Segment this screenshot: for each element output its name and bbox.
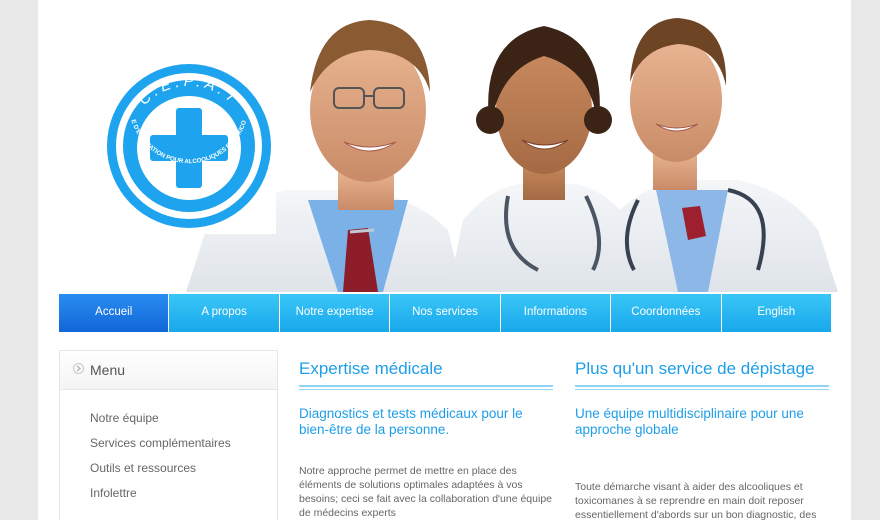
sidebar-item-outils-et-ressources[interactable]: Outils et ressources — [90, 461, 231, 486]
chevron-right-icon — [73, 363, 84, 374]
heading-divider — [575, 385, 829, 390]
nav-item-accueil[interactable]: Accueil — [59, 294, 170, 332]
sidebar-item-infolettre[interactable]: Infolettre — [90, 486, 231, 511]
content-column-expertise: Expertise médicale Diagnostics et tests … — [299, 358, 553, 519]
nav-item-informations[interactable]: Informations — [500, 294, 612, 332]
hero-banner: C.É.P.A.T CENTRE D'ÉVALUATION POUR ALCOO… — [38, 0, 851, 292]
column-heading: Plus qu'un service de dépistage — [575, 359, 815, 378]
sidebar-header: Menu — [60, 351, 277, 390]
page: C.É.P.A.T CENTRE D'ÉVALUATION POUR ALCOO… — [38, 0, 851, 520]
sidebar-menu: Menu Notre équipe Services complémentair… — [59, 350, 278, 520]
column-subheading: Diagnostics et tests médicaux pour le bi… — [299, 406, 523, 437]
nav-item-a-propos[interactable]: A propos — [169, 294, 280, 332]
nav-item-english[interactable]: English — [721, 294, 831, 332]
content-column-depistage: Plus qu'un service de dépistage Une équi… — [575, 358, 829, 520]
column-body: Toute démarche visant à aider des alcool… — [575, 481, 817, 520]
logo-emblem-icon: C.É.P.A.T CENTRE D'ÉVALUATION POUR ALCOO… — [102, 58, 271, 228]
column-subheading: Une équipe multidisciplinaire pour une a… — [575, 406, 804, 437]
column-body: Notre approche permet de mettre en place… — [299, 465, 552, 519]
sidebar-list: Notre équipe Services complémentaires Ou… — [90, 411, 231, 511]
nav-item-coordonnees[interactable]: Coordonnées — [611, 294, 722, 332]
column-heading: Expertise médicale — [299, 359, 443, 378]
cepat-logo[interactable]: C.É.P.A.T CENTRE D'ÉVALUATION POUR ALCOO… — [102, 58, 276, 234]
main-navigation: Accueil A propos Notre expertise Nos ser… — [59, 294, 831, 332]
sidebar-item-services-complementaires[interactable]: Services complémentaires — [90, 436, 231, 461]
sidebar-title: Menu — [90, 362, 126, 378]
heading-divider — [299, 385, 553, 390]
sidebar-item-notre-equipe[interactable]: Notre équipe — [90, 411, 231, 436]
nav-item-nos-services[interactable]: Nos services — [390, 294, 501, 332]
nav-item-notre-expertise[interactable]: Notre expertise — [279, 294, 391, 332]
